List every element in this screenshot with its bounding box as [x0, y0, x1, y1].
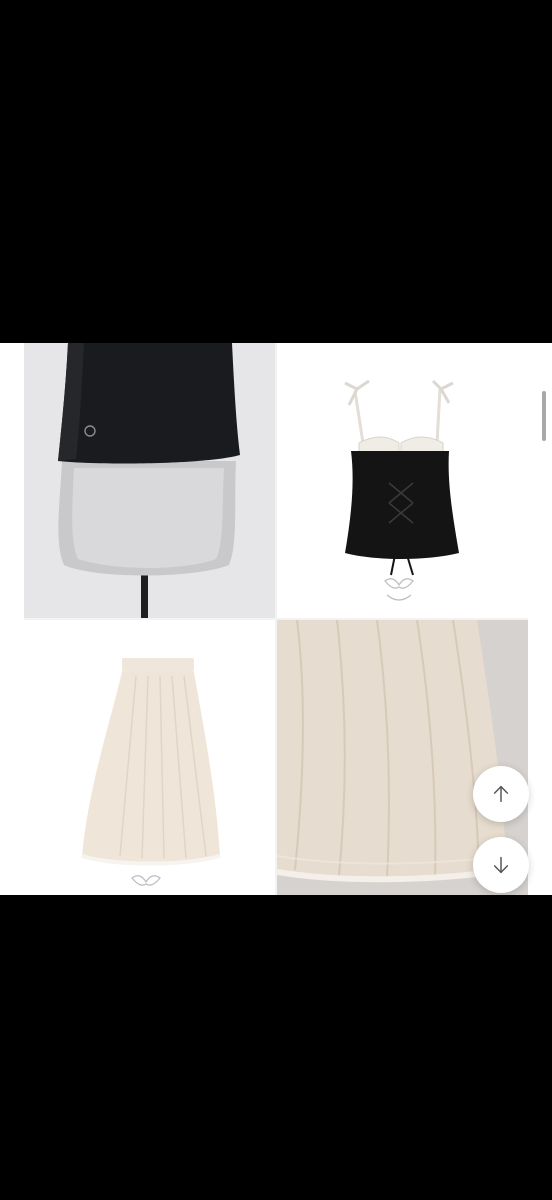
scroll-up-button[interactable] [473, 766, 529, 822]
arrow-up-icon [493, 785, 509, 803]
arrow-down-icon [493, 856, 509, 874]
grid-divider-horizontal [24, 618, 528, 620]
scrollbar-thumb[interactable] [542, 391, 546, 441]
product-image-black-top-mannequin[interactable] [24, 343, 275, 618]
product-image-cream-skirt[interactable] [24, 620, 275, 895]
image-gallery [0, 343, 552, 895]
scroll-down-button[interactable] [473, 837, 529, 893]
product-image-black-corset-top[interactable] [277, 343, 528, 618]
